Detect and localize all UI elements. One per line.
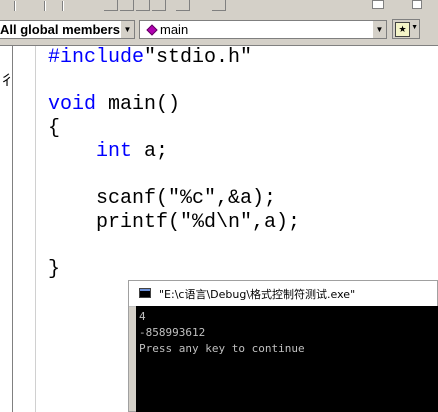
wizard-actions-button[interactable]: ★ ▼ [392, 19, 420, 39]
console-window[interactable]: "E:\c语言\Debug\格式控制符测试.exe" 4 -858993612 Pr… [128, 280, 438, 412]
function-value: main [160, 22, 189, 37]
toolbar-button[interactable] [136, 0, 150, 11]
class-members-combo[interactable]: All global members ▼ [0, 20, 135, 39]
code-text: } [48, 257, 61, 281]
code-line[interactable] [48, 70, 300, 94]
workspace-pane-glyph: 彳 [0, 72, 14, 88]
toolbar-separator [62, 1, 64, 11]
console-screen[interactable]: 4 -858993612 Press any key to continue [136, 306, 438, 412]
code-line[interactable]: printf("%d\n",a); [48, 211, 300, 235]
code-line[interactable]: #include"stdio.h" [48, 46, 300, 70]
code-line[interactable] [48, 164, 300, 188]
code-text: printf("%d\n",a); [96, 210, 301, 234]
chevron-down-icon: ▼ [411, 24, 418, 31]
code-line[interactable]: } [48, 258, 300, 282]
code-keyword: void [48, 93, 97, 116]
console-output-line: Press any key to continue [139, 342, 305, 355]
code-line[interactable]: void main() [48, 93, 300, 117]
chevron-down-icon[interactable]: ▼ [120, 21, 134, 38]
toolbar-button[interactable] [176, 0, 190, 11]
toolbar-button[interactable] [104, 0, 118, 11]
toolbar-button[interactable] [152, 0, 166, 11]
source-code[interactable]: #include"stdio.h" void main(){ int a; sca… [48, 46, 300, 281]
chevron-down-icon[interactable]: ▼ [372, 21, 386, 38]
toolbar-box[interactable] [372, 0, 384, 9]
code-text: main() [96, 93, 181, 116]
code-text: "stdio.h" [144, 46, 253, 69]
console-titlebar[interactable]: "E:\c语言\Debug\格式控制符测试.exe" [129, 281, 437, 307]
console-output-line: -858993612 [139, 326, 206, 339]
code-keyword: int [96, 140, 133, 163]
code-text: a; [132, 140, 169, 163]
toolbar-button[interactable] [120, 0, 134, 11]
toolbar [0, 0, 438, 13]
toolbar-button[interactable] [212, 0, 226, 11]
code-line[interactable]: scanf("%c",&a); [48, 187, 300, 211]
wizard-bar: All global members ▼ main ▼ ★ ▼ [0, 13, 438, 46]
code-text: scanf("%c",&a); [96, 187, 277, 210]
console-title: "E:\c语言\Debug\格式控制符测试.exe" [159, 288, 356, 301]
console-output-line: 4 [139, 310, 146, 323]
code-keyword: #include [48, 46, 145, 69]
editor-gutter [13, 46, 36, 412]
toolbar-separator [44, 1, 46, 11]
class-members-value: All global members [0, 22, 120, 37]
code-line[interactable]: int a; [48, 140, 300, 164]
toolbar-separator [14, 1, 16, 11]
workspace-pane: 彳 [0, 46, 14, 412]
code-line[interactable] [48, 234, 300, 258]
console-app-icon [139, 288, 151, 298]
function-icon [146, 24, 158, 36]
function-combo[interactable]: main ▼ [139, 20, 387, 39]
toolbar-box[interactable] [412, 0, 422, 9]
wizard-icon: ★ [395, 22, 410, 37]
code-text: { [48, 116, 61, 140]
console-output: 4 -858993612 Press any key to continue [139, 309, 305, 357]
code-line[interactable]: { [48, 117, 300, 141]
